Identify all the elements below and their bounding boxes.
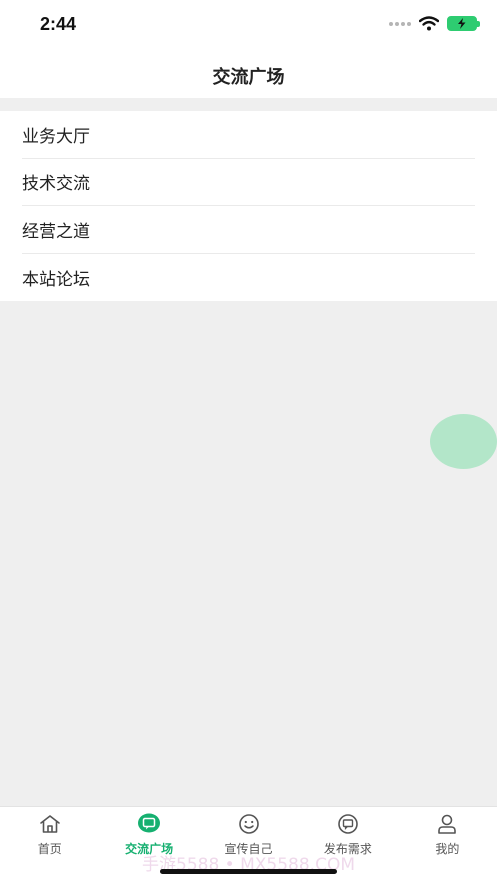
battery-icon — [447, 16, 480, 31]
status-time: 2:44 — [40, 14, 77, 34]
user-icon — [435, 812, 459, 836]
menu-list: 业务大厅 技术交流 经营之道 本站论坛 — [0, 111, 497, 301]
status-icons — [389, 16, 480, 31]
home-icon — [38, 812, 62, 836]
message-icon — [336, 812, 360, 836]
home-indicator — [160, 869, 337, 874]
menu-item-tech-exchange[interactable]: 技术交流 — [22, 159, 475, 206]
status-bar: 2:44 — [0, 0, 497, 50]
menu-item-business-tips[interactable]: 经营之道 — [22, 206, 475, 254]
signal-icon — [389, 21, 411, 26]
menu-item-site-forum[interactable]: 本站论坛 — [22, 254, 475, 302]
floating-action-bubble[interactable] — [430, 414, 497, 469]
wifi-icon — [419, 16, 439, 31]
chat-bubble-icon — [137, 812, 161, 836]
nav-bar: 交流广场 — [0, 50, 497, 98]
smiley-icon — [237, 812, 261, 836]
menu-item-business-hall[interactable]: 业务大厅 — [22, 111, 475, 159]
page-title: 交流广场 — [212, 67, 285, 88]
